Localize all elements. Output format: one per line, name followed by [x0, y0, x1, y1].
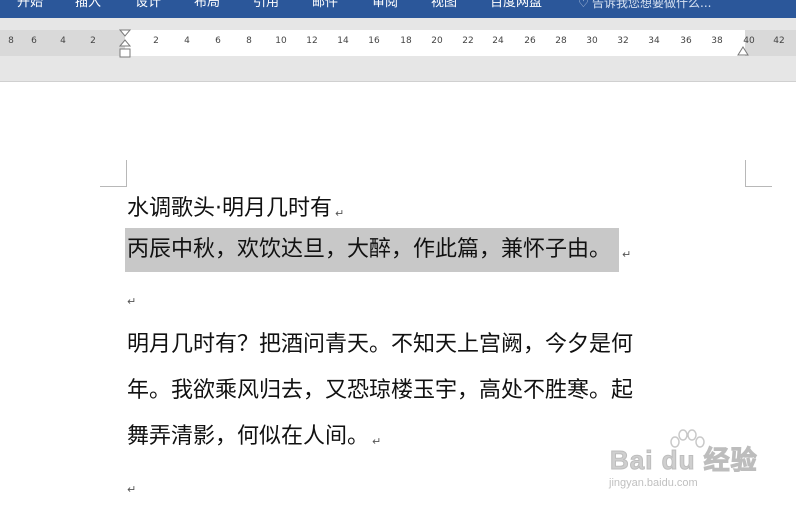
ruler-number: 38	[711, 36, 723, 46]
paragraph-mark: ↵	[622, 248, 632, 261]
empty-paragraph[interactable]: ↵	[127, 272, 757, 322]
ruler-number: 4	[184, 36, 190, 46]
right-indent-marker[interactable]	[737, 45, 749, 57]
tab-baidu-netdisk[interactable]: 百度网盘	[490, 0, 542, 12]
ruler-number: 6	[31, 36, 37, 46]
ruler-number: 12	[306, 36, 318, 46]
lightbulb-icon: ♡	[578, 0, 589, 10]
ruler-number: 6	[215, 36, 221, 46]
ruler-number: 26	[524, 36, 536, 46]
first-line-indent-marker[interactable]	[119, 29, 131, 59]
ruler-number: 4	[60, 36, 66, 46]
ruler-number: 22	[462, 36, 474, 46]
watermark-url: jingyan.baidu.com	[609, 477, 698, 489]
ruler-number: 30	[586, 36, 598, 46]
ruler-number: 42	[773, 36, 785, 46]
poem-body-line-text: 年。我欲乘风归去，又恐琼楼玉宇，高处不胜寒。起	[127, 378, 634, 403]
ruler-number: 34	[648, 36, 660, 46]
ruler-number: 24	[492, 36, 504, 46]
paragraph-mark: ↵	[372, 435, 382, 448]
poem-title-paragraph[interactable]: 水调歌头·明月几时有 ↵	[127, 190, 757, 228]
tab-insert[interactable]: 插入	[75, 0, 101, 12]
poem-title: 水调歌头·明月几时有	[127, 196, 332, 221]
baidu-jingyan-watermark: Bai du 经验 jingyan.baidu.com	[585, 428, 765, 498]
tab-layout[interactable]: 布局	[194, 0, 220, 12]
ruler-number: 28	[555, 36, 567, 46]
ruler-number: 36	[680, 36, 692, 46]
ruler-number: 14	[337, 36, 349, 46]
paragraph-mark: ↵	[127, 483, 137, 496]
poem-preface: 丙辰中秋，欢饮达旦，大醉，作此篇，兼怀子由。	[127, 237, 612, 262]
page-corner-mark-left	[100, 160, 127, 187]
poem-preface-paragraph[interactable]: 丙辰中秋，欢饮达旦，大醉，作此篇，兼怀子由。 ↵	[125, 228, 757, 272]
ruler-number: 8	[246, 36, 252, 46]
tab-review[interactable]: 审阅	[372, 0, 398, 12]
selected-text[interactable]: 丙辰中秋，欢饮达旦，大醉，作此篇，兼怀子由。	[125, 228, 620, 272]
watermark-logo-text: Bai du 经验	[610, 445, 758, 476]
tab-mailings[interactable]: 邮件	[312, 0, 338, 12]
tell-me-search[interactable]: ♡ 告诉我您想要做什么...	[578, 0, 711, 12]
tab-home[interactable]: 开始	[17, 0, 43, 12]
ruler-number: 16	[368, 36, 380, 46]
ruler-number: 8	[8, 36, 14, 46]
page-corner-mark-right	[745, 160, 772, 187]
ruler-number: 2	[90, 36, 96, 46]
ruler-area: 8 6 4 2 2 4 6 8 10 12 14 16 18 20 22 24 26 28 30 32 34 36 38 40…	[0, 18, 796, 82]
poem-body-line[interactable]: 明月几时有？把酒问青天。不知天上宫阙，今夕是何	[127, 322, 757, 368]
poem-body-line[interactable]: 年。我欲乘风归去，又恐琼楼玉宇，高处不胜寒。起	[127, 368, 757, 414]
ruler-number: 2	[153, 36, 159, 46]
ribbon-tab-bar: 开始 插入 设计 布局 引用 邮件 审阅 视图 百度网盘 ♡ 告诉我您想要做什么.…	[0, 0, 796, 18]
paragraph-mark: ↵	[127, 295, 137, 308]
tab-design[interactable]: 设计	[135, 0, 161, 12]
ruler-number: 18	[400, 36, 412, 46]
tab-view[interactable]: 视图	[431, 0, 457, 12]
tell-me-text: 告诉我您想要做什么...	[592, 0, 712, 10]
poem-body-line-text: 明月几时有？把酒问青天。不知天上宫阙，今夕是何	[127, 332, 634, 357]
poem-body-line-text: 舞弄清影，何似在人间。	[127, 424, 370, 449]
paragraph-mark: ↵	[335, 207, 345, 220]
ruler-number: 10	[275, 36, 287, 46]
ruler-number: 32	[617, 36, 629, 46]
tab-references[interactable]: 引用	[253, 0, 279, 12]
ruler-number: 20	[431, 36, 443, 46]
